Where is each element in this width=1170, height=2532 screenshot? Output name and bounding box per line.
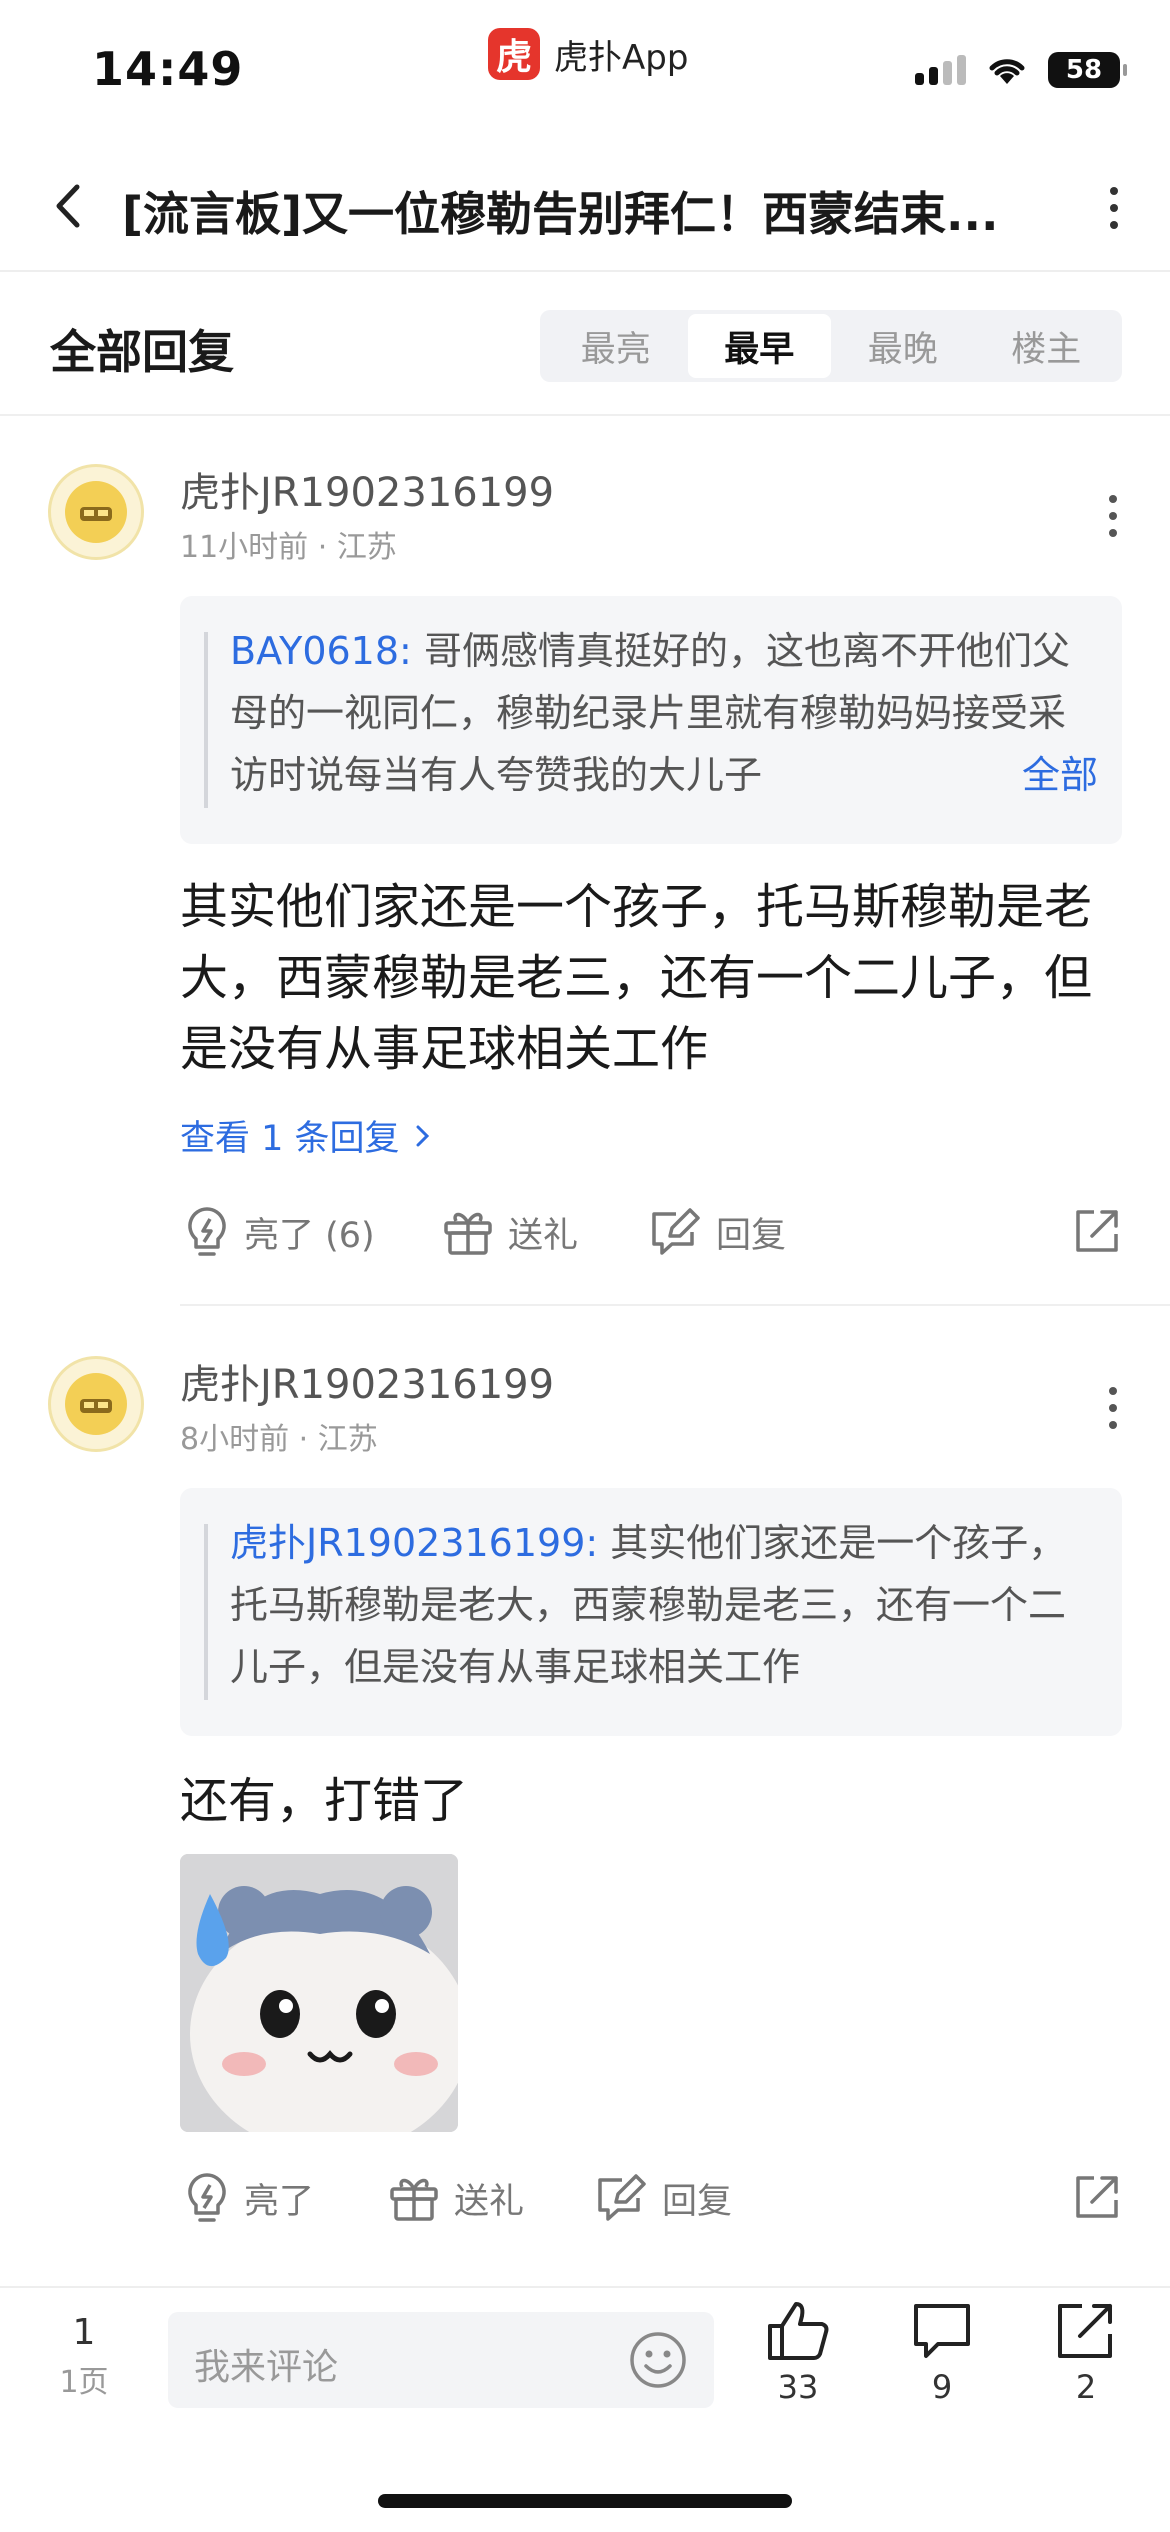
emoji-icon[interactable]: [628, 2330, 688, 2390]
share-button[interactable]: 2: [1036, 2300, 1136, 2406]
reply-time: 8小时前: [180, 1422, 290, 1457]
edit-reply-icon: [598, 2174, 646, 2221]
reply-body: 还有，打错了: [180, 1773, 469, 1829]
page-current: 1: [72, 2312, 96, 2353]
back-button[interactable]: [40, 178, 96, 234]
quote-bar: [204, 632, 208, 808]
avatar[interactable]: [48, 1356, 144, 1452]
crying-hamster-sticker-icon: [180, 1854, 458, 2132]
user-avatar-icon: [65, 1373, 127, 1435]
share-reply-button[interactable]: [1072, 1206, 1122, 1260]
reply-item: 虎扑JR1902316199 8小时前 · 江苏 虎扑JR1902316199:…: [0, 1306, 1170, 2286]
status-app-name: 虎扑App: [554, 37, 689, 78]
reply-location: 江苏: [336, 530, 397, 565]
quote-username[interactable]: BAY0618:: [230, 629, 412, 673]
reply-button[interactable]: 回复: [648, 1200, 786, 1264]
light-label: 亮了: [244, 2181, 315, 2222]
tab-op-only[interactable]: 楼主: [975, 314, 1119, 378]
reply-location: 江苏: [317, 1422, 378, 1457]
reply-more-button[interactable]: [1098, 486, 1128, 546]
reply-actions: 亮了 送礼 回复: [180, 2166, 1122, 2230]
status-bar: 14:49 虎 虎扑App 58: [0, 0, 1170, 140]
view-replies-label: 查看 1 条回复: [180, 1119, 400, 1159]
quoted-reply[interactable]: BAY0618: 哥俩感情真挺好的，这也离不开他们父母的一视同仁，穆勒纪录片里就…: [180, 596, 1122, 844]
thumbs-up-icon: [768, 2302, 829, 2360]
reply-more-button[interactable]: [1098, 1378, 1128, 1438]
reply-button[interactable]: 回复: [594, 2166, 732, 2230]
gift-button[interactable]: 送礼: [442, 1200, 578, 1264]
lightbulb-icon: [188, 1207, 226, 1256]
comment-count: 9: [931, 2368, 953, 2406]
light-button[interactable]: 亮了 (6): [184, 1200, 375, 1264]
tab-earliest[interactable]: 最早: [687, 314, 831, 378]
tab-brightest[interactable]: 最亮: [544, 314, 688, 378]
more-vertical-icon: [1110, 187, 1118, 195]
quote-bar: [204, 1524, 208, 1700]
edit-reply-icon: [652, 1208, 700, 1255]
more-vertical-icon: [1109, 1387, 1117, 1395]
status-icons: 58: [915, 52, 1127, 88]
sticker-image[interactable]: [180, 1854, 458, 2132]
reply-body: 其实他们家还是一个孩子，托马斯穆勒是老大，西蒙穆勒是老三，还有一个二儿子，但是没…: [180, 879, 1093, 1077]
nav-bar: [流言板]又一位穆勒告别拜仁！西蒙结束...: [0, 140, 1170, 272]
reply-label: 回复: [716, 1215, 787, 1256]
cellular-signal-icon: [915, 55, 966, 85]
user-avatar-icon: [65, 481, 127, 543]
share-icon: [1058, 2304, 1112, 2358]
page-selector[interactable]: 1 1页: [40, 2312, 128, 2401]
replies-header: 全部回复 最亮 最早 最晚 楼主: [0, 272, 1170, 416]
battery-icon: 58: [1048, 52, 1127, 88]
reply-username[interactable]: 虎扑JR1902316199: [180, 460, 554, 518]
reply-actions: 亮了 (6) 送礼 回复: [180, 1200, 1122, 1264]
page-total: 1页: [59, 2365, 109, 2400]
gift-label: 送礼: [454, 2181, 525, 2222]
comments-button[interactable]: 9: [892, 2300, 992, 2406]
share-icon: [1076, 2176, 1118, 2218]
hupu-logo-icon: 虎: [488, 28, 540, 80]
like-count: 33: [777, 2368, 819, 2406]
view-replies-link[interactable]: 查看 1 条回复: [180, 1110, 434, 1161]
sort-tabs: 最亮 最早 最晚 楼主: [540, 310, 1122, 382]
reply-username[interactable]: 虎扑JR1902316199: [180, 1352, 554, 1410]
wifi-icon: [989, 59, 1025, 84]
share-count: 2: [1075, 2368, 1097, 2406]
chevron-right-icon: [416, 1125, 429, 1146]
reply-meta: 11小时前 · 江苏: [180, 530, 397, 565]
quote-expand-link[interactable]: 全部: [961, 744, 1098, 806]
all-replies-title: 全部回复: [50, 325, 234, 379]
like-button[interactable]: 33: [748, 2300, 848, 2406]
light-button[interactable]: 亮了: [184, 2166, 314, 2230]
lightbulb-icon: [188, 2173, 226, 2222]
chevron-left-icon: [56, 184, 80, 228]
comment-icon: [914, 2304, 970, 2358]
gift-icon: [390, 2178, 438, 2221]
reply-label: 回复: [662, 2181, 733, 2222]
tab-latest[interactable]: 最晚: [831, 314, 975, 378]
status-app-indicator[interactable]: 虎 虎扑App: [488, 28, 688, 80]
gift-button[interactable]: 送礼: [388, 2166, 524, 2230]
more-vertical-icon: [1109, 495, 1117, 503]
comment-placeholder: 我来评论: [194, 2347, 339, 2388]
gift-icon: [444, 1212, 492, 1255]
reply-item: 虎扑JR1902316199 11小时前 · 江苏 BAY0618: 哥俩感情真…: [0, 416, 1170, 1306]
quote-text: 虎扑JR1902316199: 其实他们家还是一个孩子，托马斯穆勒是老大，西蒙穆…: [230, 1512, 1100, 1698]
home-indicator[interactable]: [378, 2494, 792, 2508]
status-time: 14:49: [92, 42, 244, 96]
share-reply-button[interactable]: [1072, 2172, 1122, 2226]
reply-time: 11小时前: [180, 530, 309, 565]
share-icon: [1076, 1210, 1118, 1252]
reply-meta: 8小时前 · 江苏: [180, 1422, 378, 1457]
more-options-button[interactable]: [1094, 180, 1134, 236]
light-label: 亮了 (6): [244, 1215, 375, 1256]
page-title: [流言板]又一位穆勒告别拜仁！西蒙结束...: [122, 187, 999, 241]
quote-username[interactable]: 虎扑JR1902316199:: [230, 1521, 598, 1565]
quoted-reply[interactable]: 虎扑JR1902316199: 其实他们家还是一个孩子，托马斯穆勒是老大，西蒙穆…: [180, 1488, 1122, 1736]
gift-label: 送礼: [508, 1215, 579, 1256]
avatar[interactable]: [48, 464, 144, 560]
comment-input[interactable]: 我来评论: [168, 2312, 714, 2408]
